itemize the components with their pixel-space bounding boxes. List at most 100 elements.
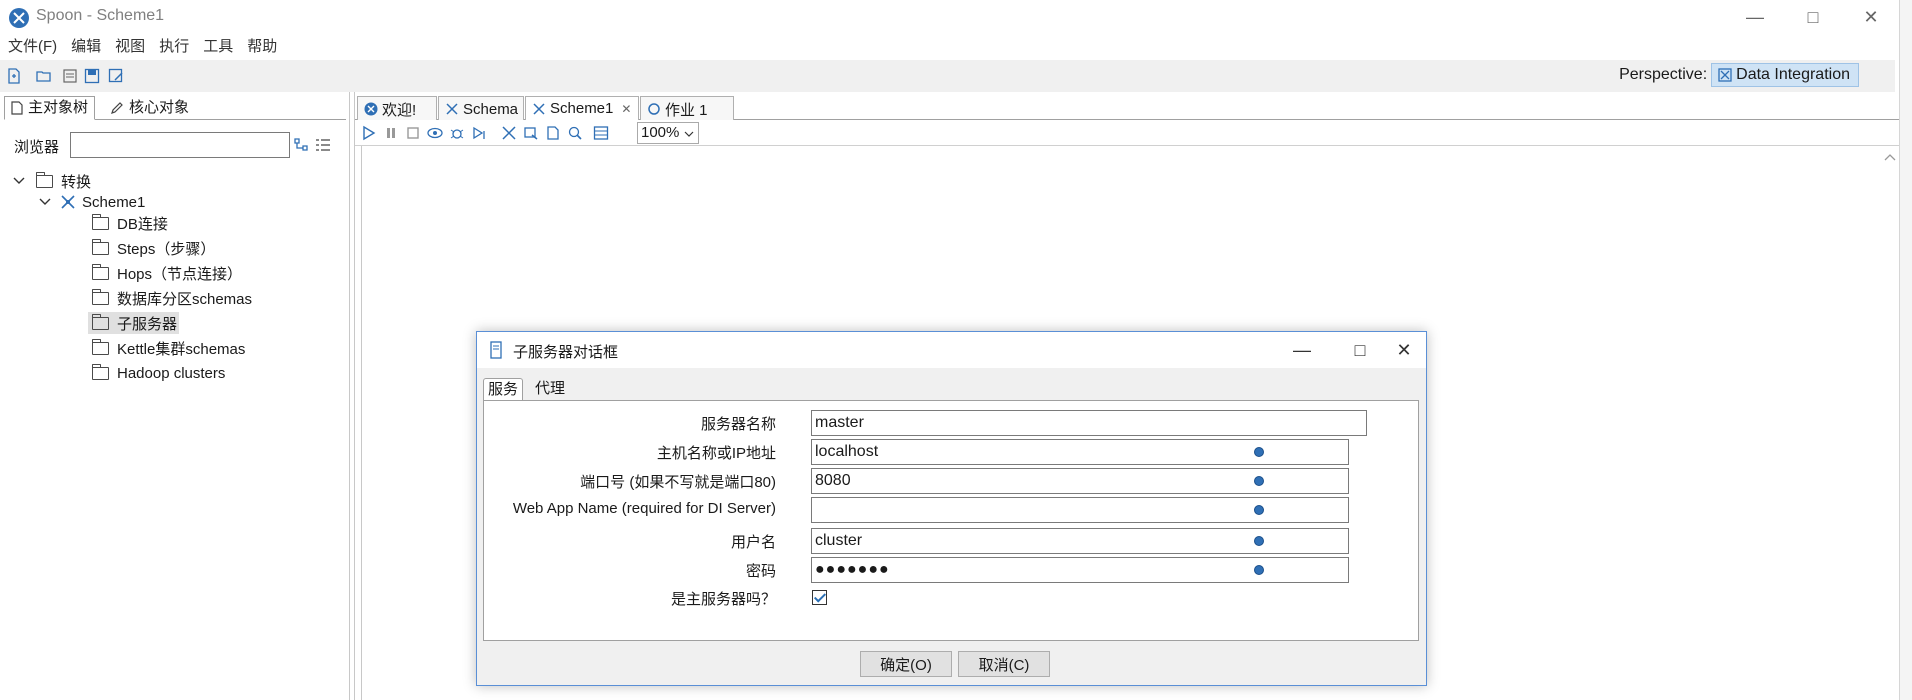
collapse-all-icon[interactable] bbox=[315, 137, 331, 157]
field-row-port: 端口号 (如果不写就是端口80) 8080 bbox=[484, 468, 1420, 494]
maximize-icon[interactable]: □ bbox=[1790, 4, 1836, 30]
tab-service[interactable]: 服务 bbox=[483, 378, 524, 401]
tab-design[interactable]: 核心对象 bbox=[104, 96, 195, 120]
variable-icon[interactable] bbox=[1254, 447, 1264, 457]
dialog-minimize-icon[interactable]: — bbox=[1279, 336, 1325, 364]
zoom-value: 100% bbox=[641, 124, 680, 141]
tree-node-hadoop-clusters[interactable]: Hadoop clusters bbox=[92, 362, 225, 384]
show-results-icon[interactable] bbox=[593, 125, 609, 141]
dialog-maximize-icon[interactable]: □ bbox=[1337, 336, 1383, 364]
explore-repo-icon[interactable] bbox=[62, 68, 78, 84]
document-icon bbox=[11, 101, 23, 115]
variable-icon[interactable] bbox=[1254, 476, 1264, 486]
web-app-name-input[interactable] bbox=[811, 497, 1349, 523]
server-name-label: 服务器名称 bbox=[700, 416, 776, 433]
close-icon[interactable]: ✕ bbox=[1848, 4, 1894, 30]
tree-node-slave-servers[interactable]: 子服务器 bbox=[88, 312, 180, 334]
spoon-app-icon bbox=[9, 8, 29, 28]
menu-file[interactable]: 文件(F) bbox=[8, 34, 57, 60]
is-master-checkbox[interactable] bbox=[812, 590, 827, 605]
menu-view[interactable]: 视图 bbox=[115, 34, 145, 60]
tree-node-cluster-schemas[interactable]: Kettle集群schemas bbox=[92, 337, 245, 359]
tab-schema[interactable]: Schema bbox=[438, 96, 524, 121]
window-edge bbox=[1899, 0, 1912, 700]
ok-button[interactable]: 确定(O) bbox=[860, 651, 952, 677]
folder-icon bbox=[92, 338, 109, 355]
tab-view-tree[interactable]: 主对象树 bbox=[4, 96, 96, 120]
open-folder-icon[interactable] bbox=[36, 68, 52, 84]
variable-icon[interactable] bbox=[1254, 536, 1264, 546]
save-as-icon[interactable] bbox=[108, 68, 124, 84]
tree-node-scheme1[interactable]: Scheme1 bbox=[38, 191, 145, 213]
left-panel-tabs: 主对象树 核心对象 bbox=[4, 94, 346, 120]
scroll-up-icon[interactable] bbox=[1884, 152, 1896, 162]
variable-icon[interactable] bbox=[1254, 565, 1264, 575]
tree-node-transformations[interactable]: 转换 bbox=[12, 170, 91, 192]
minimize-icon[interactable]: — bbox=[1732, 4, 1778, 30]
data-integration-icon bbox=[1718, 68, 1732, 82]
tab-proxy[interactable]: 代理 bbox=[531, 378, 569, 401]
verify-icon[interactable] bbox=[501, 125, 517, 141]
transformation-icon bbox=[533, 102, 545, 115]
username-input[interactable]: cluster bbox=[811, 528, 1349, 554]
menu-bar: 文件(F) 编辑 视图 执行 工具 帮助 bbox=[0, 34, 1895, 60]
tab-close-icon[interactable]: ✕ bbox=[621, 102, 631, 116]
menu-tools[interactable]: 工具 bbox=[203, 34, 233, 60]
tree-label-cluster-schemas: Kettle集群schemas bbox=[117, 340, 246, 358]
menu-help[interactable]: 帮助 bbox=[247, 34, 277, 60]
canvas-vertical-scrollbar[interactable] bbox=[1880, 146, 1899, 700]
cancel-button[interactable]: 取消(C) bbox=[958, 651, 1050, 677]
debug-icon[interactable] bbox=[449, 125, 465, 141]
save-icon[interactable] bbox=[84, 68, 100, 84]
tree-node-hops[interactable]: Hops（节点连接） bbox=[92, 262, 242, 284]
new-file-icon[interactable] bbox=[6, 68, 22, 84]
password-label: 密码 bbox=[745, 563, 776, 580]
sql-icon[interactable] bbox=[545, 125, 561, 141]
dialog-close-icon[interactable]: ✕ bbox=[1381, 336, 1427, 364]
explore-db-icon[interactable] bbox=[567, 125, 583, 141]
hostname-input[interactable]: localhost bbox=[811, 439, 1349, 465]
expand-all-icon[interactable] bbox=[293, 137, 309, 157]
window-title: Spoon - Scheme1 bbox=[36, 7, 165, 24]
tree-label-db-connections: DB连接 bbox=[117, 215, 168, 233]
port-input[interactable]: 8080 bbox=[811, 468, 1349, 494]
tree-node-partition-schemas[interactable]: 数据库分区schemas bbox=[92, 287, 252, 309]
tree-node-steps[interactable]: Steps（步骤） bbox=[92, 237, 215, 259]
tree-label-scheme1: Scheme1 bbox=[82, 193, 146, 211]
variable-icon[interactable] bbox=[1254, 505, 1264, 515]
tab-view-tree-label: 主对象树 bbox=[28, 99, 89, 116]
window-titlebar: Spoon - Scheme1 — □ ✕ bbox=[0, 0, 1912, 34]
password-input[interactable]: ●●●●●●● bbox=[811, 557, 1349, 583]
stop-icon[interactable] bbox=[405, 125, 421, 141]
tab-welcome-label: 欢迎! bbox=[382, 101, 417, 119]
dialog-service-panel: 服务器名称 master 主机名称或IP地址 localhost 端口号 (如果… bbox=[483, 400, 1419, 641]
chevron-down-icon[interactable] bbox=[38, 195, 52, 209]
main-toolbar: Perspective: Data Integration bbox=[0, 60, 1895, 92]
replay-icon[interactable] bbox=[471, 125, 487, 141]
tree-label-slave-servers: 子服务器 bbox=[117, 315, 178, 333]
tab-welcome[interactable]: 欢迎! bbox=[357, 96, 437, 121]
menu-edit[interactable]: 编辑 bbox=[71, 34, 101, 60]
username-label: 用户名 bbox=[730, 534, 776, 551]
document-tabs: 欢迎! Schema Scheme1 ✕ 作业 1 bbox=[355, 94, 1900, 121]
browser-search-input[interactable] bbox=[70, 132, 290, 158]
data-integration-button[interactable]: Data Integration bbox=[1711, 63, 1859, 87]
tab-job1[interactable]: 作业 1 bbox=[640, 96, 734, 121]
server-name-input[interactable]: master bbox=[811, 410, 1367, 436]
tree-node-db-connections[interactable]: DB连接 bbox=[92, 212, 168, 234]
tree-label-hops: Hops（节点连接） bbox=[117, 265, 243, 283]
data-integration-label: Data Integration bbox=[1736, 66, 1850, 83]
tab-scheme1[interactable]: Scheme1 ✕ bbox=[525, 96, 639, 121]
run-icon[interactable] bbox=[361, 125, 377, 141]
impact-icon[interactable] bbox=[523, 125, 539, 141]
menu-run[interactable]: 执行 bbox=[159, 34, 189, 60]
preview-icon[interactable] bbox=[427, 125, 443, 141]
pause-icon[interactable] bbox=[383, 125, 399, 141]
tab-design-label: 核心对象 bbox=[129, 99, 190, 116]
zoom-select[interactable]: 100% bbox=[637, 122, 699, 144]
chevron-down-icon[interactable] bbox=[12, 174, 26, 188]
tree-label-partition-schemas: 数据库分区schemas bbox=[117, 290, 253, 308]
folder-icon bbox=[92, 263, 109, 280]
browser-search-row: 浏览器 bbox=[14, 132, 344, 158]
folder-icon bbox=[36, 171, 53, 188]
